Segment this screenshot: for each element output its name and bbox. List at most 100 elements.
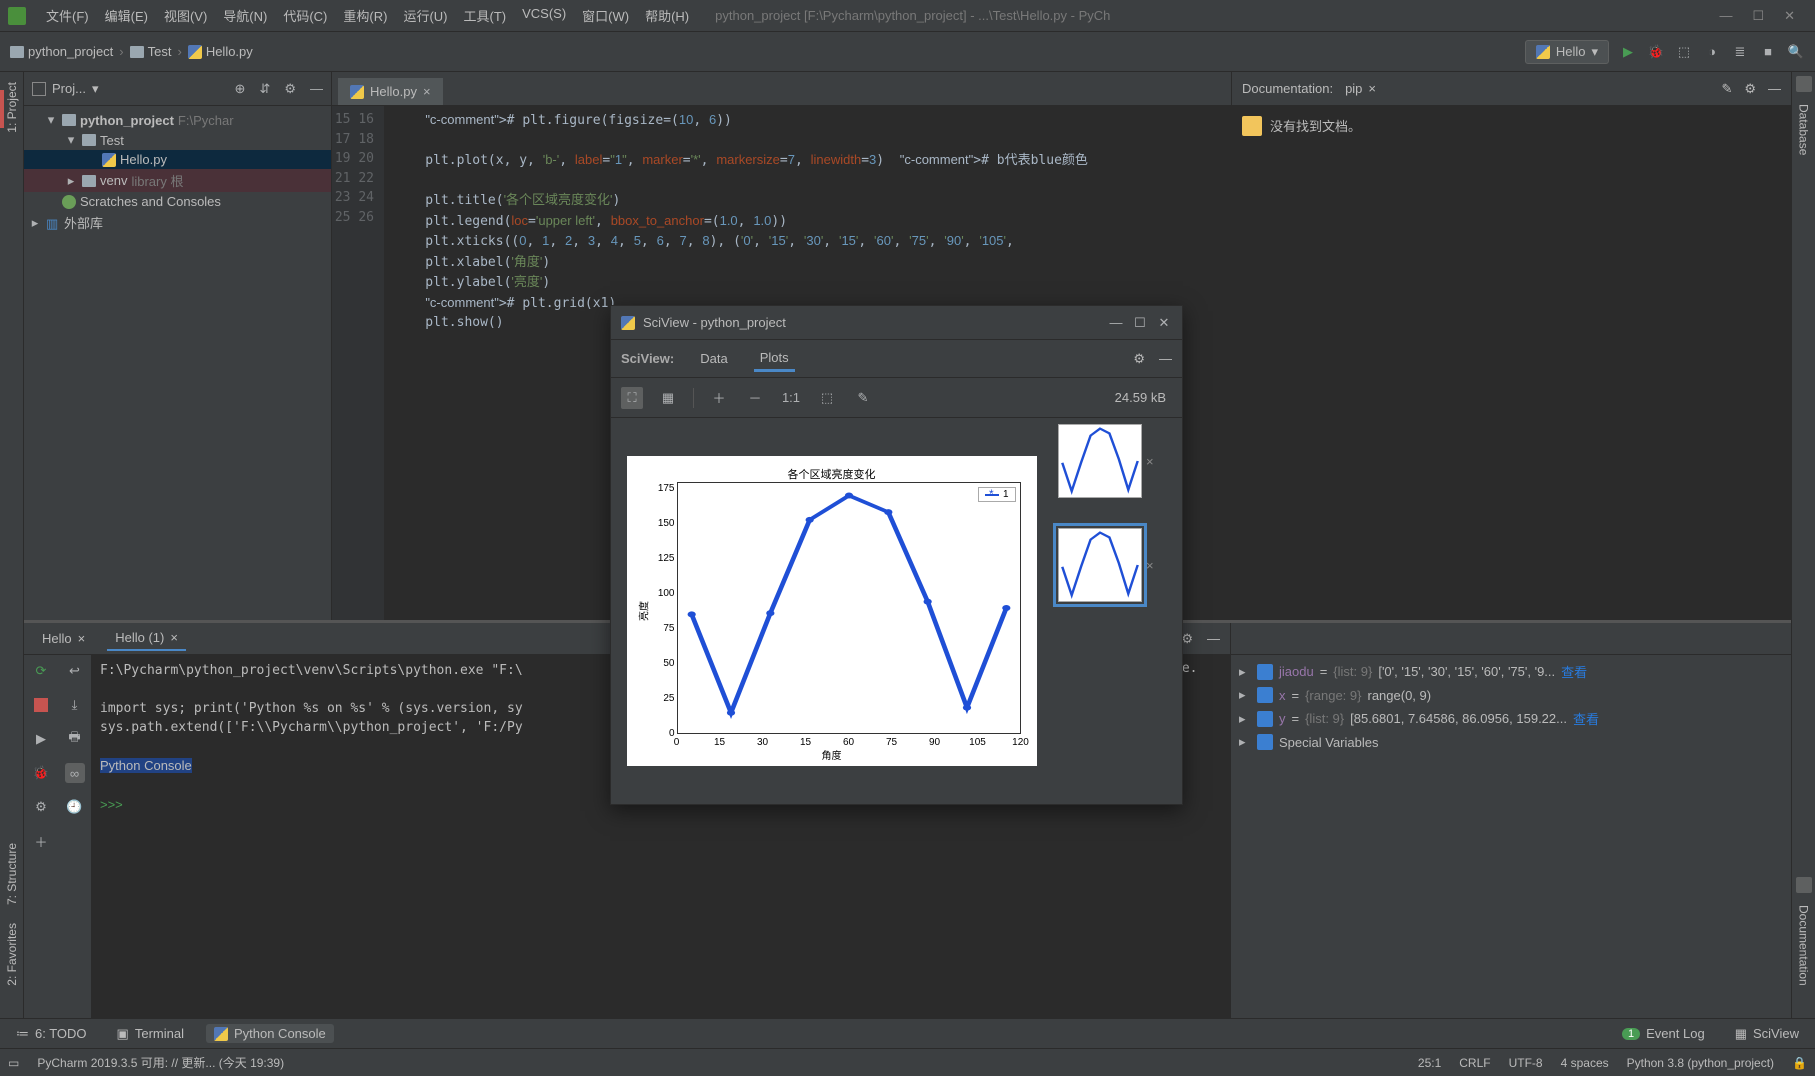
save-image-button[interactable]: ⬚ — [816, 387, 838, 409]
tree-venv-dir[interactable]: ▸ venv library 根 — [24, 169, 331, 192]
settings-button[interactable]: ⚙ — [31, 797, 51, 817]
menu-run[interactable]: 运行(U) — [397, 4, 453, 27]
soft-wrap-button[interactable]: ↩ — [65, 661, 85, 681]
status-sdk[interactable]: Python 3.8 (python_project) — [1627, 1056, 1774, 1070]
tree-scratches[interactable]: Scratches and Consoles — [24, 192, 331, 211]
bottom-tab-python-console[interactable]: Python Console — [206, 1024, 334, 1043]
tree-root[interactable]: ▾ python_project F:\Pychar — [24, 110, 331, 130]
maximize-icon[interactable]: ☐ — [1752, 8, 1764, 24]
menu-code[interactable]: 代码(C) — [277, 4, 333, 27]
documentation-icon[interactable] — [1796, 877, 1812, 893]
menu-vcs[interactable]: VCS(S) — [516, 4, 572, 27]
hide-panel-icon[interactable]: — — [310, 81, 323, 97]
concurrency-button[interactable]: ≣ — [1731, 43, 1749, 61]
menu-help[interactable]: 帮助(H) — [639, 4, 695, 27]
status-lock-icon[interactable]: 🔒 — [1792, 1056, 1807, 1070]
menu-refactor[interactable]: 重构(R) — [337, 4, 393, 27]
tool-window-documentation[interactable]: Documentation — [1795, 899, 1813, 992]
debug-button[interactable]: 🐞 — [31, 763, 51, 783]
edit-icon[interactable]: ✎ — [1721, 81, 1732, 97]
sciview-tab-data[interactable]: Data — [694, 347, 733, 370]
tool-window-favorites[interactable]: 2: Favorites — [3, 917, 21, 992]
locate-icon[interactable]: ⊕ — [235, 81, 246, 97]
variable-row[interactable]: ▸ jiaodu = {list: 9} ['0', '15', '30', '… — [1237, 659, 1785, 684]
plot-thumbnail-2[interactable]: × — [1058, 528, 1176, 602]
breadcrumb-root[interactable]: python_project — [10, 44, 113, 59]
run-button[interactable]: ▶ — [31, 729, 51, 749]
close-thumbnail-icon[interactable]: × — [1146, 454, 1154, 469]
bottom-tab-sciview[interactable]: ▦SciView — [1727, 1024, 1807, 1044]
show-vars-button[interactable]: ∞ — [65, 763, 85, 783]
stop-button[interactable]: ■ — [1759, 43, 1777, 61]
tool-window-database[interactable]: Database — [1795, 98, 1813, 161]
close-icon[interactable]: × — [78, 631, 86, 646]
status-line-separator[interactable]: CRLF — [1459, 1056, 1490, 1070]
status-encoding[interactable]: UTF-8 — [1509, 1056, 1543, 1070]
tree-hello-file[interactable]: Hello.py — [24, 150, 331, 169]
plot-canvas[interactable]: 各个区域亮度变化 亮度 角度 1 02550751001251501750153… — [627, 456, 1037, 766]
hide-panel-icon[interactable]: — — [1768, 81, 1781, 96]
bottom-tab-terminal[interactable]: ▣Terminal — [109, 1024, 192, 1044]
color-picker-button[interactable]: ✎ — [852, 387, 874, 409]
menu-window[interactable]: 窗口(W) — [576, 4, 635, 27]
maximize-icon[interactable]: ☐ — [1132, 315, 1148, 331]
close-icon[interactable]: × — [1368, 81, 1376, 96]
hide-panel-icon[interactable]: — — [1207, 631, 1220, 646]
fit-zoom-button[interactable]: ⛶ — [621, 387, 643, 409]
docs-target[interactable]: pip × — [1345, 81, 1376, 96]
settings-icon[interactable]: ⚙ — [1133, 351, 1145, 367]
stop-button[interactable] — [31, 695, 51, 715]
settings-icon[interactable]: ⚙ — [284, 81, 296, 97]
bottom-tab-event-log[interactable]: 1Event Log — [1614, 1024, 1713, 1043]
zoom-in-button[interactable]: ＋ — [708, 387, 730, 409]
debug-button[interactable]: 🐞 — [1647, 43, 1665, 61]
close-window-icon[interactable]: ✕ — [1784, 8, 1795, 24]
print-button[interactable]: 🖶 — [65, 729, 85, 749]
actual-size-button[interactable]: 1:1 — [780, 387, 802, 409]
run-button[interactable]: ▶ — [1619, 43, 1637, 61]
status-indent[interactable]: 4 spaces — [1561, 1056, 1609, 1070]
close-icon[interactable]: × — [170, 630, 178, 645]
run-configuration-selector[interactable]: Hello ▾ — [1525, 40, 1609, 64]
bottom-tab-todo[interactable]: ≔6: TODO — [8, 1024, 95, 1044]
menu-navigate[interactable]: 导航(N) — [217, 4, 273, 27]
variable-row[interactable]: ▸ x = {range: 9} range(0, 9) — [1237, 684, 1785, 706]
status-notifications-icon[interactable]: ▭ — [8, 1056, 19, 1070]
tool-window-structure[interactable]: 7: Structure — [3, 837, 21, 911]
history-button[interactable]: 🕘 — [65, 797, 85, 817]
collapse-all-icon[interactable]: ⇵ — [259, 81, 270, 97]
zoom-out-button[interactable]: － — [744, 387, 766, 409]
scroll-to-end-button[interactable]: ⤓ — [65, 695, 85, 715]
sciview-tab-plots[interactable]: Plots — [754, 346, 795, 372]
editor-tab-hello[interactable]: Hello.py × — [338, 78, 443, 105]
tree-external-libs[interactable]: ▸ ▥ 外部库 — [24, 211, 331, 234]
plot-thumbnail-1[interactable]: × — [1058, 424, 1176, 498]
menu-view[interactable]: 视图(V) — [158, 4, 213, 27]
new-console-button[interactable]: ＋ — [31, 831, 51, 851]
close-tab-icon[interactable]: × — [423, 84, 431, 99]
hide-panel-icon[interactable]: — — [1159, 351, 1172, 367]
coverage-button[interactable]: ⬚ — [1675, 43, 1693, 61]
menu-tools[interactable]: 工具(T) — [457, 4, 512, 27]
minimize-icon[interactable]: — — [1719, 8, 1732, 24]
settings-icon[interactable]: ⚙ — [1744, 81, 1756, 97]
breadcrumb-file[interactable]: Hello.py — [188, 44, 253, 59]
breadcrumb-dir[interactable]: Test — [130, 44, 172, 59]
menu-edit[interactable]: 编辑(E) — [99, 4, 154, 27]
console-tab-hello[interactable]: Hello× — [34, 627, 93, 650]
minimize-icon[interactable]: — — [1108, 315, 1124, 330]
close-icon[interactable]: ✕ — [1156, 315, 1172, 331]
search-everywhere-button[interactable]: 🔍 — [1787, 43, 1805, 61]
variable-row[interactable]: ▸ y = {list: 9} [85.6801, 7.64586, 86.09… — [1237, 706, 1785, 731]
rerun-button[interactable]: ⟳ — [31, 661, 51, 681]
menu-file[interactable]: 文件(F) — [40, 4, 95, 27]
console-tab-hello1[interactable]: Hello (1)× — [107, 626, 186, 651]
profile-button[interactable]: ◑ — [1703, 43, 1721, 61]
variable-row[interactable]: ▸ Special Variables — [1237, 731, 1785, 753]
status-caret-position[interactable]: 25:1 — [1418, 1056, 1441, 1070]
grid-view-button[interactable]: ▦ — [657, 387, 679, 409]
tool-window-project[interactable]: 1: Project — [3, 76, 21, 139]
database-icon[interactable] — [1796, 76, 1812, 92]
close-thumbnail-icon[interactable]: × — [1146, 558, 1154, 573]
settings-icon[interactable]: ⚙ — [1181, 631, 1193, 647]
